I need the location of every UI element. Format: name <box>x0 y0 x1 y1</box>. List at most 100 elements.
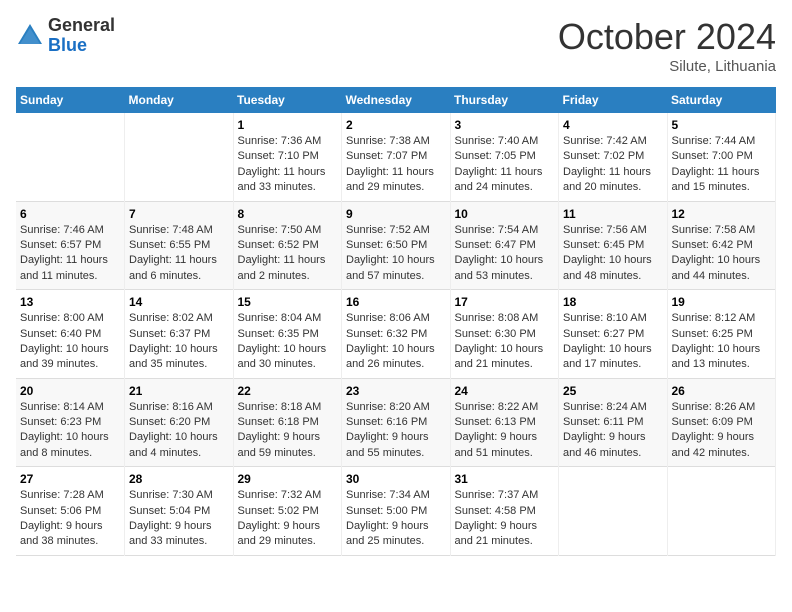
day-info: Sunrise: 8:04 AM Sunset: 6:35 PM Dayligh… <box>238 311 338 373</box>
day-number: 6 <box>20 207 120 221</box>
day-info: Sunrise: 8:00 AM Sunset: 6:40 PM Dayligh… <box>20 311 120 373</box>
calendar-day-cell <box>667 467 776 556</box>
day-info: Sunrise: 8:18 AM Sunset: 6:18 PM Dayligh… <box>238 400 338 462</box>
title-block: October 2024 Silute, Lithuania <box>558 16 776 75</box>
day-info: Sunrise: 8:12 AM Sunset: 6:25 PM Dayligh… <box>672 311 772 373</box>
day-number: 26 <box>672 384 772 398</box>
logo-general-text: General <box>48 15 115 35</box>
day-info: Sunrise: 7:50 AM Sunset: 6:52 PM Dayligh… <box>238 223 338 285</box>
day-info: Sunrise: 8:02 AM Sunset: 6:37 PM Dayligh… <box>129 311 229 373</box>
day-info: Sunrise: 7:46 AM Sunset: 6:57 PM Dayligh… <box>20 223 120 285</box>
day-number: 27 <box>20 472 120 486</box>
calendar-day-cell: 14Sunrise: 8:02 AM Sunset: 6:37 PM Dayli… <box>125 290 234 379</box>
calendar-day-cell: 3 Sunrise: 7:40 AM Sunset: 7:05 PM Daylig… <box>450 113 559 201</box>
calendar-day-cell: 23Sunrise: 8:20 AM Sunset: 6:16 PM Dayli… <box>342 378 451 467</box>
calendar-day-cell: 16 Sunrise: 8:06 AM Sunset: 6:32 PM Dayli… <box>342 290 451 379</box>
day-number: 31 <box>455 472 555 486</box>
day-number: 9 <box>346 207 446 221</box>
day-number: 20 <box>20 384 120 398</box>
day-info: Sunrise: 7:30 AM Sunset: 5:04 PM Dayligh… <box>129 488 229 550</box>
day-number: 4 <box>563 118 663 132</box>
day-info: Sunrise: 7:54 AM Sunset: 6:47 PM Dayligh… <box>455 223 555 285</box>
day-number: 22 <box>238 384 338 398</box>
day-number: 30 <box>346 472 446 486</box>
calendar-week-row: 27 Sunrise: 7:28 AM Sunset: 5:06 PM Dayli… <box>16 467 776 556</box>
day-info: Sunrise: 7:37 AM Sunset: 4:58 PM Dayligh… <box>455 488 555 550</box>
day-info: Sunrise: 7:58 AM Sunset: 6:42 PM Dayligh… <box>672 223 772 285</box>
calendar-day-cell: 1 Sunrise: 7:36 AM Sunset: 7:10 PM Daylig… <box>233 113 342 201</box>
calendar-day-cell: 8 Sunrise: 7:50 AM Sunset: 6:52 PM Daylig… <box>233 201 342 290</box>
day-info: Sunrise: 8:10 AM Sunset: 6:27 PM Dayligh… <box>563 311 663 373</box>
calendar-day-cell: 4 Sunrise: 7:42 AM Sunset: 7:02 PM Daylig… <box>559 113 668 201</box>
location-subtitle: Silute, Lithuania <box>558 58 776 75</box>
day-info: Sunrise: 7:28 AM Sunset: 5:06 PM Dayligh… <box>20 488 120 550</box>
calendar-day-cell <box>559 467 668 556</box>
day-info: Sunrise: 7:52 AM Sunset: 6:50 PM Dayligh… <box>346 223 446 285</box>
calendar-day-cell: 26 Sunrise: 8:26 AM Sunset: 6:09 PM Dayli… <box>667 378 776 467</box>
day-number: 19 <box>672 295 772 309</box>
day-number: 25 <box>563 384 663 398</box>
day-number: 16 <box>346 295 446 309</box>
day-number: 17 <box>455 295 555 309</box>
calendar-day-cell: 9 Sunrise: 7:52 AM Sunset: 6:50 PM Daylig… <box>342 201 451 290</box>
day-number: 7 <box>129 207 229 221</box>
calendar-day-cell: 2Sunrise: 7:38 AM Sunset: 7:07 PM Daylig… <box>342 113 451 201</box>
day-number: 8 <box>238 207 338 221</box>
day-info: Sunrise: 8:16 AM Sunset: 6:20 PM Dayligh… <box>129 400 229 462</box>
day-number: 2 <box>346 118 446 132</box>
day-info: Sunrise: 8:22 AM Sunset: 6:13 PM Dayligh… <box>455 400 555 462</box>
calendar-day-cell: 20 Sunrise: 8:14 AM Sunset: 6:23 PM Dayli… <box>16 378 125 467</box>
calendar-day-cell: 12 Sunrise: 7:58 AM Sunset: 6:42 PM Dayli… <box>667 201 776 290</box>
day-info: Sunrise: 7:40 AM Sunset: 7:05 PM Dayligh… <box>455 134 555 196</box>
day-info: Sunrise: 7:36 AM Sunset: 7:10 PM Dayligh… <box>238 134 338 196</box>
calendar-day-cell: 5Sunrise: 7:44 AM Sunset: 7:00 PM Daylig… <box>667 113 776 201</box>
day-info: Sunrise: 7:34 AM Sunset: 5:00 PM Dayligh… <box>346 488 446 550</box>
logo: General Blue <box>16 16 115 56</box>
weekday-header: Thursday <box>450 87 559 113</box>
day-number: 18 <box>563 295 663 309</box>
calendar-day-cell: 30 Sunrise: 7:34 AM Sunset: 5:00 PM Dayli… <box>342 467 451 556</box>
calendar-day-cell: 31 Sunrise: 7:37 AM Sunset: 4:58 PM Dayli… <box>450 467 559 556</box>
day-info: Sunrise: 7:42 AM Sunset: 7:02 PM Dayligh… <box>563 134 663 196</box>
day-number: 11 <box>563 207 663 221</box>
calendar-table: SundayMondayTuesdayWednesdayThursdayFrid… <box>16 87 776 556</box>
calendar-week-row: 6 Sunrise: 7:46 AM Sunset: 6:57 PM Daylig… <box>16 201 776 290</box>
day-number: 3 <box>455 118 555 132</box>
calendar-day-cell: 29Sunrise: 7:32 AM Sunset: 5:02 PM Dayli… <box>233 467 342 556</box>
page-header: General Blue October 2024 Silute, Lithua… <box>16 16 776 75</box>
calendar-day-cell: 13 Sunrise: 8:00 AM Sunset: 6:40 PM Dayli… <box>16 290 125 379</box>
day-number: 12 <box>672 207 772 221</box>
weekday-header: Tuesday <box>233 87 342 113</box>
logo-blue-text: Blue <box>48 35 87 55</box>
day-info: Sunrise: 8:06 AM Sunset: 6:32 PM Dayligh… <box>346 311 446 373</box>
day-number: 1 <box>238 118 338 132</box>
calendar-day-cell: 27 Sunrise: 7:28 AM Sunset: 5:06 PM Dayli… <box>16 467 125 556</box>
calendar-day-cell: 18 Sunrise: 8:10 AM Sunset: 6:27 PM Dayli… <box>559 290 668 379</box>
day-number: 21 <box>129 384 229 398</box>
weekday-header: Wednesday <box>342 87 451 113</box>
calendar-day-cell: 6 Sunrise: 7:46 AM Sunset: 6:57 PM Daylig… <box>16 201 125 290</box>
day-info: Sunrise: 7:48 AM Sunset: 6:55 PM Dayligh… <box>129 223 229 285</box>
day-info: Sunrise: 8:20 AM Sunset: 6:16 PM Dayligh… <box>346 400 446 462</box>
day-number: 15 <box>238 295 338 309</box>
day-info: Sunrise: 8:08 AM Sunset: 6:30 PM Dayligh… <box>455 311 555 373</box>
calendar-day-cell: 19 Sunrise: 8:12 AM Sunset: 6:25 PM Dayli… <box>667 290 776 379</box>
weekday-header: Monday <box>125 87 234 113</box>
day-number: 24 <box>455 384 555 398</box>
calendar-day-cell <box>16 113 125 201</box>
calendar-day-cell: 15 Sunrise: 8:04 AM Sunset: 6:35 PM Dayli… <box>233 290 342 379</box>
logo-icon <box>16 22 44 50</box>
calendar-week-row: 13 Sunrise: 8:00 AM Sunset: 6:40 PM Dayli… <box>16 290 776 379</box>
weekday-header: Sunday <box>16 87 125 113</box>
month-title: October 2024 <box>558 16 776 58</box>
day-number: 10 <box>455 207 555 221</box>
calendar-body: 1 Sunrise: 7:36 AM Sunset: 7:10 PM Daylig… <box>16 113 776 555</box>
calendar-week-row: 20 Sunrise: 8:14 AM Sunset: 6:23 PM Dayli… <box>16 378 776 467</box>
day-number: 28 <box>129 472 229 486</box>
day-number: 13 <box>20 295 120 309</box>
day-info: Sunrise: 8:14 AM Sunset: 6:23 PM Dayligh… <box>20 400 120 462</box>
calendar-day-cell: 11Sunrise: 7:56 AM Sunset: 6:45 PM Dayli… <box>559 201 668 290</box>
calendar-header: SundayMondayTuesdayWednesdayThursdayFrid… <box>16 87 776 113</box>
weekday-header: Friday <box>559 87 668 113</box>
day-info: Sunrise: 8:26 AM Sunset: 6:09 PM Dayligh… <box>672 400 772 462</box>
